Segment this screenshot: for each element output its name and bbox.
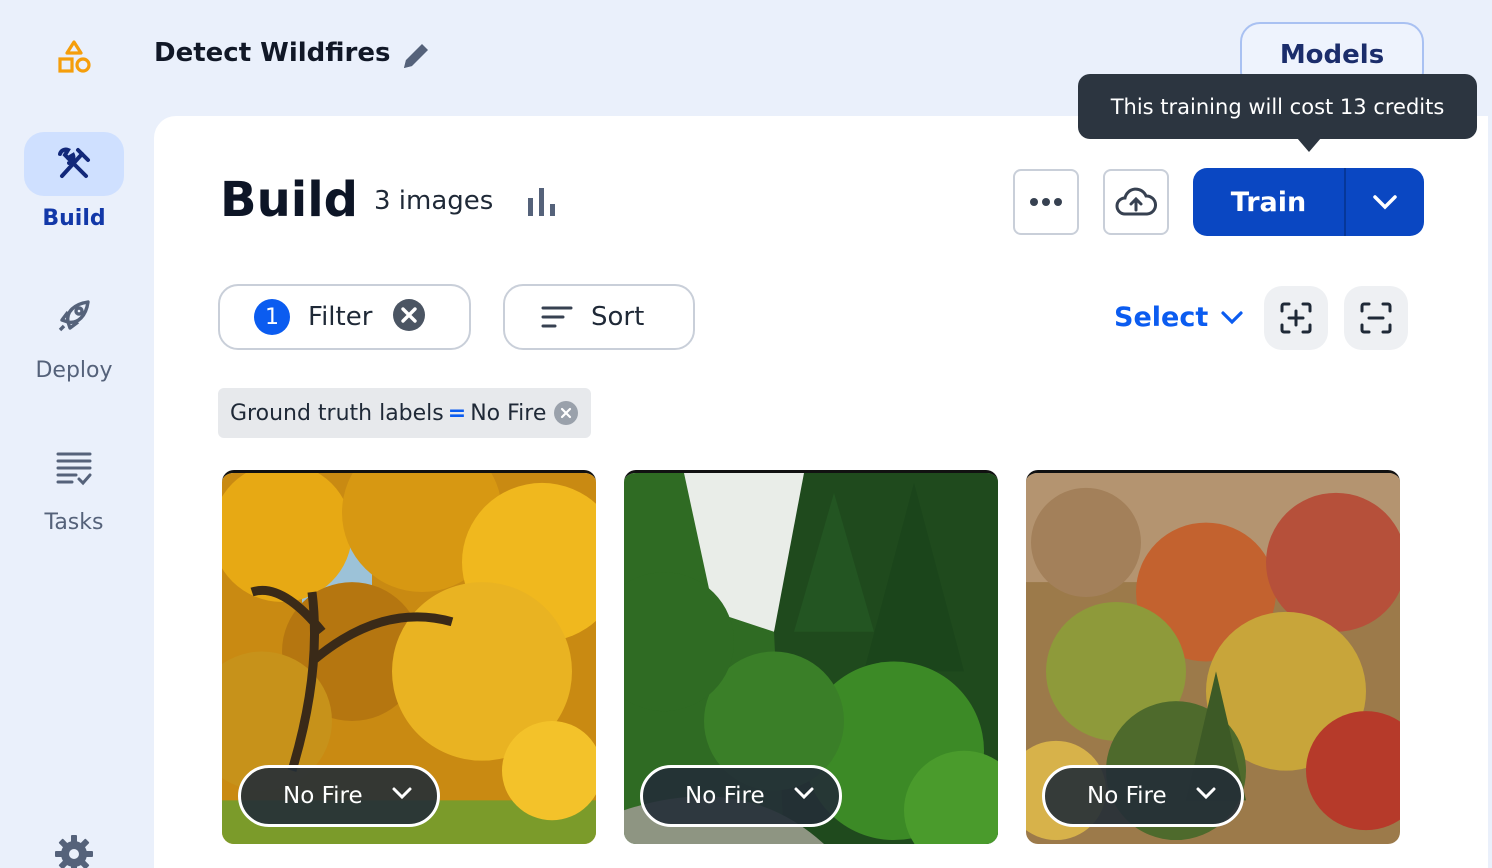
- nav-icon-wrap: [24, 132, 124, 196]
- filter-label: Filter: [308, 302, 373, 332]
- tooltip-arrow: [1297, 138, 1321, 152]
- label-dropdown[interactable]: No Fire: [238, 765, 440, 827]
- label-text: No Fire: [1087, 783, 1167, 809]
- chevron-down-icon: [1221, 310, 1243, 324]
- sort-label: Sort: [591, 302, 645, 332]
- page-title: Build: [220, 172, 359, 228]
- train-button[interactable]: Train: [1193, 168, 1344, 236]
- train-cost-tooltip: This training will cost 13 credits: [1078, 74, 1477, 139]
- settings-gear-icon[interactable]: [52, 832, 96, 868]
- sidebar: Build Deploy Tasks: [0, 0, 150, 868]
- sidebar-item-build[interactable]: Build: [0, 132, 148, 231]
- sidebar-item-tasks[interactable]: Tasks: [0, 436, 148, 535]
- chevron-down-icon: [1196, 787, 1216, 800]
- select-label: Select: [1114, 302, 1209, 333]
- select-add-icon: [1280, 302, 1312, 334]
- sidebar-item-label: Build: [42, 206, 106, 231]
- image-count: 3 images: [374, 186, 494, 216]
- chevron-down-icon: [1373, 195, 1397, 210]
- sort-button[interactable]: Sort: [503, 284, 695, 350]
- filter-value: No Fire: [470, 400, 547, 426]
- sidebar-item-label: Tasks: [44, 510, 104, 535]
- train-dropdown-button[interactable]: [1344, 168, 1424, 236]
- select-dropdown[interactable]: Select: [1114, 302, 1244, 333]
- clear-filter-icon[interactable]: [392, 298, 426, 336]
- rocket-icon: [58, 300, 90, 332]
- image-card[interactable]: No Fire: [1026, 470, 1400, 844]
- edit-pencil-icon[interactable]: [398, 38, 434, 74]
- sort-lines-icon: [541, 306, 573, 328]
- filter-button[interactable]: 1 Filter: [218, 284, 471, 350]
- bar-chart-icon[interactable]: [524, 186, 564, 220]
- remove-filter-icon[interactable]: [554, 401, 579, 425]
- tools-icon: [58, 147, 90, 178]
- train-split-button[interactable]: Train: [1193, 168, 1424, 236]
- chevron-down-icon: [794, 787, 814, 800]
- ellipsis-icon: [1030, 198, 1062, 206]
- upload-button[interactable]: [1103, 169, 1169, 235]
- image-card[interactable]: No Fire: [222, 470, 596, 844]
- select-all-button[interactable]: [1264, 286, 1328, 350]
- tasks-list-icon: [56, 452, 92, 486]
- filter-count-badge: 1: [254, 299, 290, 335]
- label-dropdown[interactable]: No Fire: [1042, 765, 1244, 827]
- image-card[interactable]: No Fire: [624, 470, 998, 844]
- sidebar-item-label: Deploy: [35, 358, 113, 383]
- main-panel: Build 3 images Train 1 Filter Sort Selec…: [154, 116, 1488, 868]
- cloud-upload-icon: [1115, 187, 1157, 216]
- label-text: No Fire: [685, 783, 765, 809]
- select-remove-icon: [1360, 302, 1392, 334]
- chevron-down-icon: [392, 787, 412, 800]
- label-dropdown[interactable]: No Fire: [640, 765, 842, 827]
- nav-icon-wrap: [24, 284, 124, 348]
- active-filter-chip: Ground truth labels = No Fire: [218, 388, 591, 438]
- more-options-button[interactable]: [1013, 169, 1079, 235]
- filter-field: Ground truth labels: [230, 400, 444, 426]
- deselect-button[interactable]: [1344, 286, 1408, 350]
- label-text: No Fire: [283, 783, 363, 809]
- project-title: Detect Wildfires: [154, 38, 391, 68]
- sidebar-item-deploy[interactable]: Deploy: [0, 284, 148, 383]
- filter-operator: =: [447, 400, 467, 426]
- nav-icon-wrap: [24, 436, 124, 500]
- app-logo-icon[interactable]: [52, 36, 96, 80]
